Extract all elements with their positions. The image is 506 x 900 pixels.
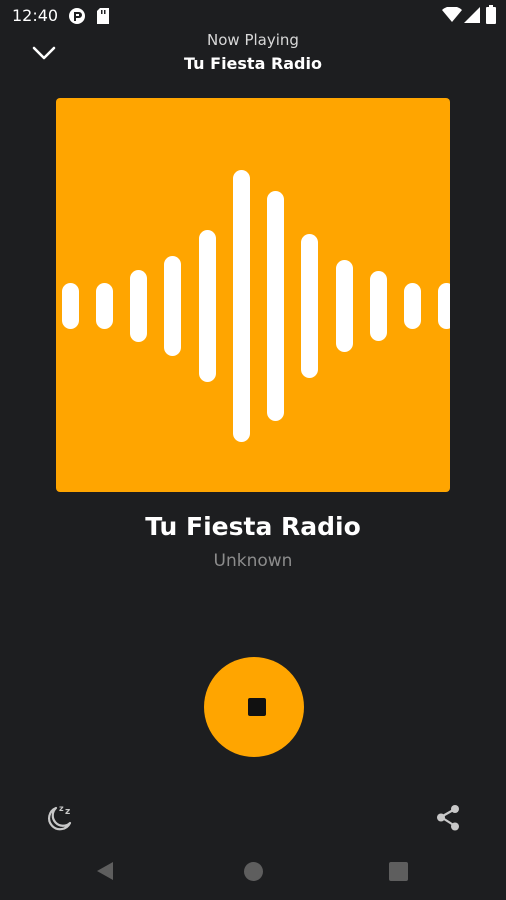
wifi-icon <box>442 6 462 27</box>
waveform-icon <box>62 170 450 442</box>
sd-card-icon <box>96 7 110 29</box>
svg-text:z: z <box>65 807 70 817</box>
track-title: Tu Fiesta Radio <box>145 512 361 541</box>
station-header-title: Tu Fiesta Radio <box>184 54 322 73</box>
stop-button[interactable] <box>204 657 304 757</box>
track-artist: Unknown <box>213 551 293 571</box>
now-playing-label: Now Playing <box>207 31 299 49</box>
battery-icon <box>486 5 496 28</box>
sleep-timer-button[interactable]: z z <box>42 800 76 834</box>
system-nav-bar <box>0 846 506 900</box>
stop-icon <box>248 698 266 716</box>
status-bar: 12:40 <box>0 0 506 32</box>
now-playing-screen: 12:40 Now Playing Tu Fiesta Radio Tu Fie… <box>0 0 506 900</box>
back-icon[interactable] <box>96 861 114 885</box>
station-artwork <box>56 98 450 492</box>
cellular-signal-icon <box>464 7 480 27</box>
status-time: 12:40 <box>12 6 59 25</box>
app-notification-icon <box>68 7 86 29</box>
home-icon[interactable] <box>244 862 263 881</box>
share-button[interactable] <box>432 802 464 834</box>
svg-text:z: z <box>59 804 64 813</box>
sleep-timer-icon: z z <box>48 804 72 831</box>
recents-icon[interactable] <box>389 862 408 881</box>
share-icon <box>437 805 459 831</box>
